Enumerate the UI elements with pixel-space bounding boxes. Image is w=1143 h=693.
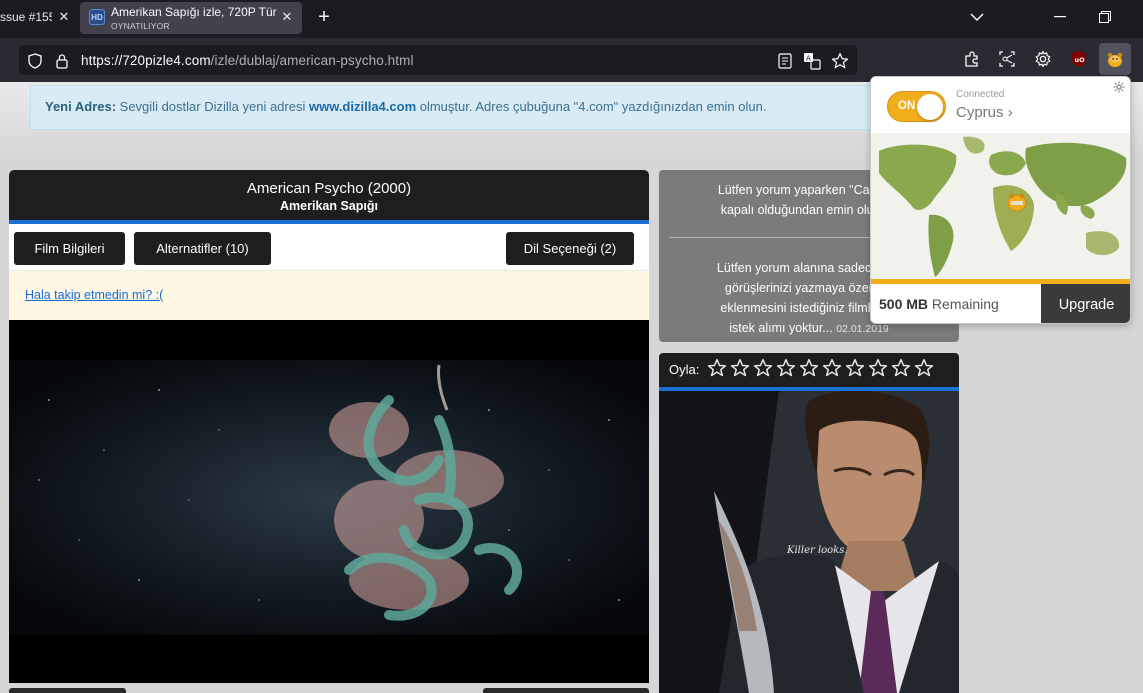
rating-box: Oyla: Killer looks. xyxy=(659,353,959,693)
comment-rule-line: istek alımı yoktur... xyxy=(729,321,833,335)
bookmark-star-icon[interactable] xyxy=(831,52,849,70)
notice-text-after: olmuştur. Adres çubuğuna "4.com" yazdığı… xyxy=(416,99,767,114)
ublock-origin-icon[interactable]: uO xyxy=(1068,48,1090,70)
tab-bar: ssue #1552 ✕ HD Amerikan Sapığı izle, 72… xyxy=(0,0,1143,38)
rating-star-icon[interactable] xyxy=(822,358,842,378)
rating-star-icon[interactable] xyxy=(845,358,865,378)
tunnelbear-vpn-icon[interactable] xyxy=(1099,43,1131,75)
rating-star-icon[interactable] xyxy=(799,358,819,378)
lock-icon[interactable] xyxy=(53,52,71,70)
url-text[interactable]: https://720pizle4.com/izle/dublaj/americ… xyxy=(81,53,414,68)
country-name: Cyprus xyxy=(956,104,1004,121)
rating-label: Oyla: xyxy=(669,362,700,377)
follow-banner: Hala takip etmedin mi? :( xyxy=(9,270,649,320)
upgrade-button[interactable]: Upgrade xyxy=(1041,284,1130,323)
movie-header: American Psycho (2000) Amerikan Sapığı xyxy=(9,170,649,220)
rating-star-icon[interactable] xyxy=(914,358,934,378)
tab-playing-status: OYNATILIYOR xyxy=(111,21,170,31)
list-all-tabs-chevron-down-icon[interactable] xyxy=(966,7,988,27)
movie-poster: Killer looks. xyxy=(659,391,959,693)
restore-icon[interactable] xyxy=(1094,7,1116,27)
film-info-button[interactable]: Film Bilgileri xyxy=(14,232,125,265)
connection-status: Connected xyxy=(956,89,1005,100)
address-bar[interactable]: https://720pizle4.com/izle/dublaj/americ… xyxy=(19,45,857,75)
language-options-button[interactable]: Dil Seçeneği (2) xyxy=(506,232,634,265)
rating-star-icon[interactable] xyxy=(776,358,796,378)
notice-text-before: Sevgili dostlar Dizilla yeni adresi xyxy=(116,99,309,114)
new-tab-button[interactable]: + xyxy=(313,6,335,28)
follow-link[interactable]: Hala takip etmedin mi? :( xyxy=(25,288,163,302)
movie-card: American Psycho (2000) Amerikan Sapığı F… xyxy=(9,170,649,683)
rating-star-icon[interactable] xyxy=(730,358,750,378)
notice-label: Yeni Adres: xyxy=(45,99,117,114)
vpn-settings-gear-icon[interactable] xyxy=(1113,81,1125,93)
url-host: https://720pizle4.com xyxy=(81,53,211,68)
shield-icon[interactable] xyxy=(26,52,44,70)
data-remaining: 500 MB Remaining xyxy=(879,296,999,312)
new-address-notice: Yeni Adres: Sevgili dostlar Dizilla yeni… xyxy=(30,85,880,130)
vpn-popup: ON Connected Cyprus › 500 MB Remaining U… xyxy=(870,76,1131,324)
toggle-label: ON xyxy=(898,100,916,112)
comment-date: 02.01.2019 xyxy=(836,323,889,335)
world-map[interactable] xyxy=(871,133,1131,279)
remaining-label: Remaining xyxy=(931,296,999,312)
url-path: /izle/dublaj/american-psycho.html xyxy=(210,53,414,68)
remaining-amount: 500 MB xyxy=(879,296,929,312)
poster-tagline: Killer looks. xyxy=(786,545,848,556)
tab-title: Amerikan Sapığı izle, 720P Türkçe xyxy=(111,5,277,19)
chevron-right-icon: › xyxy=(1007,104,1013,121)
settings-gear-icon[interactable] xyxy=(1032,48,1054,70)
site-favicon-icon: HD xyxy=(89,9,105,25)
svg-text:uO: uO xyxy=(1075,56,1086,64)
video-player[interactable] xyxy=(9,320,649,683)
notice-domain: www.dizilla4.com xyxy=(308,99,417,114)
close-icon[interactable]: ✕ xyxy=(56,9,72,25)
country-selector[interactable]: Cyprus › xyxy=(956,104,1013,121)
movie-tabs: Film Bilgileri Alternatifler (10) Dil Se… xyxy=(9,224,649,270)
rating-star-icon[interactable] xyxy=(707,358,727,378)
rating-stars xyxy=(707,358,934,378)
tab-active-movie[interactable]: HD Amerikan Sapığı izle, 720P Türkçe OYN… xyxy=(80,2,302,34)
translate-icon[interactable]: A xyxy=(803,52,821,70)
close-icon[interactable]: ✕ xyxy=(279,9,295,25)
video-frame xyxy=(9,320,649,683)
location-pin-icon xyxy=(1007,193,1027,212)
movie-subtitle: Amerikan Sapığı xyxy=(280,199,378,213)
extensions-puzzle-icon[interactable] xyxy=(961,48,983,70)
tab-title: ssue #1552 xyxy=(0,10,52,24)
vpn-toggle[interactable]: ON xyxy=(887,91,946,122)
rating-star-icon[interactable] xyxy=(868,358,888,378)
rating-star-icon[interactable] xyxy=(891,358,911,378)
movie-title: American Psycho (2000) xyxy=(246,180,412,197)
svg-text:A: A xyxy=(806,55,811,63)
reader-view-icon[interactable] xyxy=(776,52,794,70)
minimize-icon[interactable] xyxy=(1049,7,1071,27)
toggle-knob xyxy=(917,94,943,120)
screenshot-icon[interactable] xyxy=(996,48,1018,70)
tab-issue[interactable]: ssue #1552 ✕ xyxy=(0,0,78,34)
rating-star-icon[interactable] xyxy=(753,358,773,378)
alternatives-button[interactable]: Alternatifler (10) xyxy=(134,232,271,265)
